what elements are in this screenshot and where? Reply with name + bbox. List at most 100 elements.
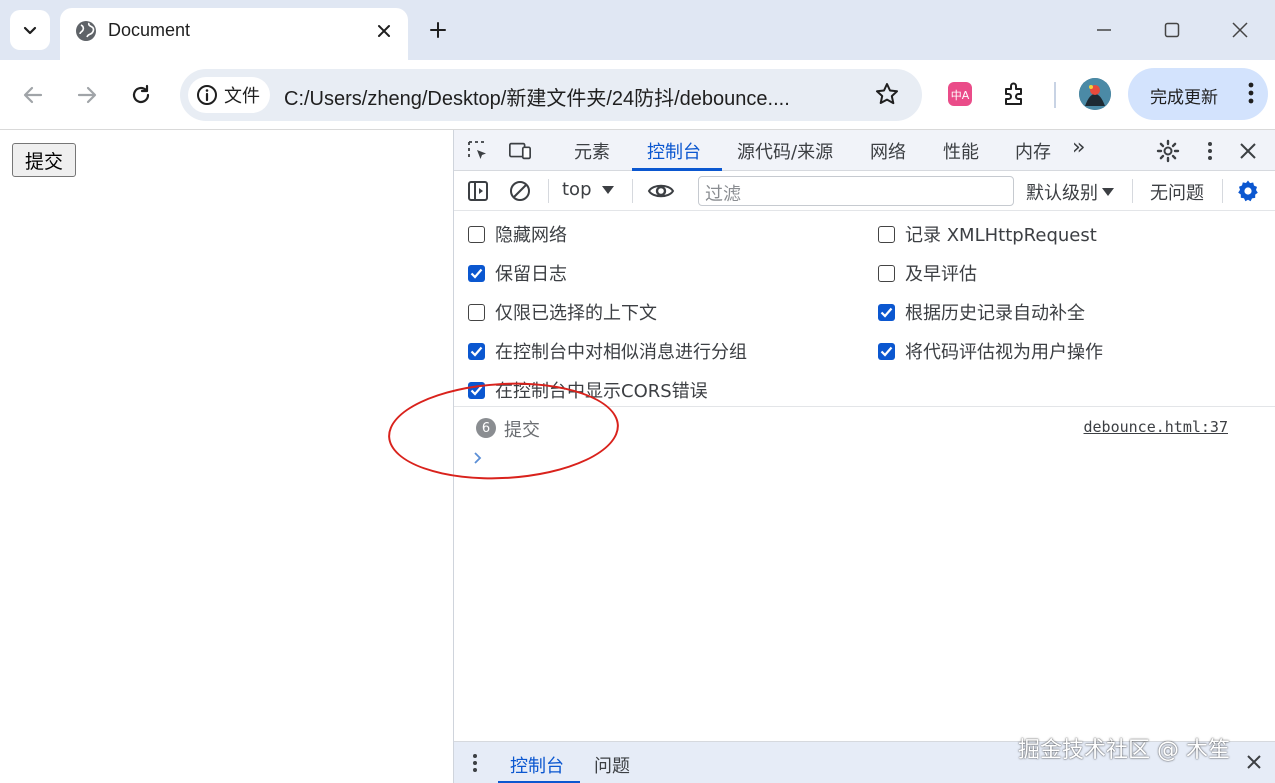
toolbar-divider (1222, 179, 1223, 203)
drawer-close-icon[interactable] (1246, 754, 1262, 774)
update-button[interactable]: 完成更新 (1128, 68, 1268, 120)
forward-button[interactable] (72, 80, 102, 110)
close-devtools-icon[interactable] (1236, 139, 1260, 163)
more-tabs-icon[interactable]: » (1072, 135, 1085, 160)
console-toolbar: top 过滤 默认级别 无问题 (454, 171, 1275, 211)
browser-toolbar: 文件 C:/Users/zheng/Desktop/新建文件夹/24防抖/deb… (0, 60, 1275, 130)
checkbox-checked[interactable] (878, 303, 895, 321)
checkbox-checked[interactable] (468, 342, 485, 360)
setting-user-activation-eval[interactable]: 将代码评估视为用户操作 (878, 338, 1103, 364)
arrow-right-icon (77, 86, 97, 104)
setting-label: 及早评估 (905, 264, 977, 285)
checkbox-checked[interactable] (468, 264, 485, 282)
setting-show-cors-errors[interactable]: 在控制台中显示CORS错误 (468, 377, 708, 403)
log-level-label: 默认级别 (1026, 183, 1098, 204)
update-button-label: 完成更新 (1150, 88, 1218, 107)
tab-title: Document (108, 20, 191, 40)
new-tab-button[interactable] (424, 16, 452, 44)
url-text[interactable]: C:/Users/zheng/Desktop/新建文件夹/24防抖/deboun… (284, 82, 790, 111)
translate-extension-icon[interactable]: 中A (944, 78, 976, 110)
site-info-chip[interactable]: 文件 (188, 77, 270, 113)
check-icon (470, 346, 483, 357)
setting-label: 记录 XMLHttpRequest (905, 225, 1097, 246)
chevron-down-icon (23, 26, 37, 35)
console-message-row: 6 提交 debounce.html:37 (454, 408, 1275, 448)
plus-icon (430, 22, 446, 38)
eye-icon[interactable] (646, 179, 676, 203)
toolbar-separator (1054, 82, 1056, 108)
toolbar-divider (632, 179, 633, 203)
tab-memory[interactable]: 内存 (1015, 138, 1051, 164)
clear-console-icon[interactable] (508, 179, 532, 203)
globe-icon (74, 19, 98, 47)
checkbox-checked[interactable] (878, 342, 895, 360)
minimize-icon (1097, 29, 1111, 31)
close-icon (1232, 22, 1248, 38)
setting-log-xhr[interactable]: 记录 XMLHttpRequest (878, 221, 1097, 247)
tab-console[interactable]: 控制台 (647, 138, 701, 164)
tab-network[interactable]: 网络 (870, 138, 906, 164)
tab-sources[interactable]: 源代码/来源 (737, 138, 833, 164)
filter-input[interactable]: 过滤 (698, 176, 1014, 206)
checkbox[interactable] (878, 264, 895, 282)
tab-strip: Document (0, 0, 1275, 60)
info-icon (197, 85, 217, 105)
checkbox[interactable] (468, 303, 485, 321)
maximize-button[interactable] (1156, 14, 1188, 46)
source-link[interactable]: debounce.html:37 (1084, 418, 1229, 436)
minimize-button[interactable] (1088, 14, 1120, 46)
tab-elements[interactable]: 元素 (574, 138, 610, 164)
checkbox[interactable] (878, 225, 895, 243)
setting-label: 将代码评估视为用户操作 (905, 342, 1103, 363)
checkbox[interactable] (468, 225, 485, 243)
console-prompt-icon[interactable] (472, 450, 484, 470)
console-settings-pane: 隐藏网络 保留日志 仅限已选择的上下文 在控制台中对相似消息进行分组 在控制台中… (454, 211, 1275, 407)
setting-selected-context-only[interactable]: 仅限已选择的上下文 (468, 299, 657, 325)
context-selector[interactable]: top (562, 179, 614, 200)
close-window-button[interactable] (1224, 14, 1256, 46)
inspect-element-icon[interactable] (466, 139, 490, 163)
drawer-tab-console[interactable]: 控制台 (510, 752, 564, 778)
setting-group-similar[interactable]: 在控制台中对相似消息进行分组 (468, 338, 747, 364)
devtools-tab-bar: 元素 控制台 源代码/来源 网络 性能 内存 » (454, 130, 1275, 171)
check-icon (470, 385, 483, 396)
setting-eager-evaluation[interactable]: 及早评估 (878, 260, 977, 286)
submit-button[interactable]: 提交 (12, 143, 76, 177)
log-level-selector[interactable]: 默认级别 (1026, 179, 1114, 205)
extensions-puzzle-icon[interactable] (998, 78, 1030, 110)
console-settings-gear-icon[interactable] (1236, 179, 1260, 203)
profile-avatar[interactable] (1079, 78, 1111, 110)
browser-tab[interactable]: Document (60, 8, 408, 60)
caret-down-icon (1102, 188, 1114, 196)
setting-label: 隐藏网络 (495, 225, 567, 246)
reload-button[interactable] (126, 80, 156, 110)
devtools-panel: 元素 控制台 源代码/来源 网络 性能 内存 » top 过滤 默认级别 无问题… (453, 130, 1275, 783)
setting-autocomplete-history[interactable]: 根据历史记录自动补全 (878, 299, 1085, 325)
check-icon (880, 346, 893, 357)
address-bar[interactable]: 文件 C:/Users/zheng/Desktop/新建文件夹/24防抖/deb… (180, 69, 922, 121)
checkbox-checked[interactable] (468, 381, 485, 399)
bookmark-star-icon[interactable] (874, 81, 900, 111)
issues-counter[interactable]: 无问题 (1150, 179, 1204, 205)
more-vert-icon[interactable] (1198, 139, 1222, 163)
tab-close-icon[interactable] (372, 19, 396, 43)
setting-label: 根据历史记录自动补全 (905, 303, 1085, 324)
filter-placeholder: 过滤 (705, 184, 741, 205)
device-toolbar-icon[interactable] (508, 139, 532, 163)
tab-performance[interactable]: 性能 (943, 138, 979, 164)
setting-label: 在控制台中对相似消息进行分组 (495, 342, 747, 363)
setting-hide-network[interactable]: 隐藏网络 (468, 221, 567, 247)
tab-search-button[interactable] (10, 10, 50, 50)
site-chip-label: 文件 (224, 86, 260, 106)
svg-text:中A: 中A (951, 89, 970, 102)
caret-down-icon (601, 185, 614, 194)
setting-label: 仅限已选择的上下文 (495, 303, 657, 324)
drawer-tab-issues[interactable]: 问题 (594, 752, 630, 778)
repeat-count-badge: 6 (476, 418, 496, 438)
drawer-more-vert-icon[interactable] (472, 753, 478, 777)
sidebar-toggle-icon[interactable] (466, 179, 490, 203)
setting-label: 在控制台中显示CORS错误 (495, 381, 708, 402)
setting-preserve-log[interactable]: 保留日志 (468, 260, 567, 286)
gear-icon[interactable] (1156, 139, 1180, 163)
back-button[interactable] (18, 80, 48, 110)
